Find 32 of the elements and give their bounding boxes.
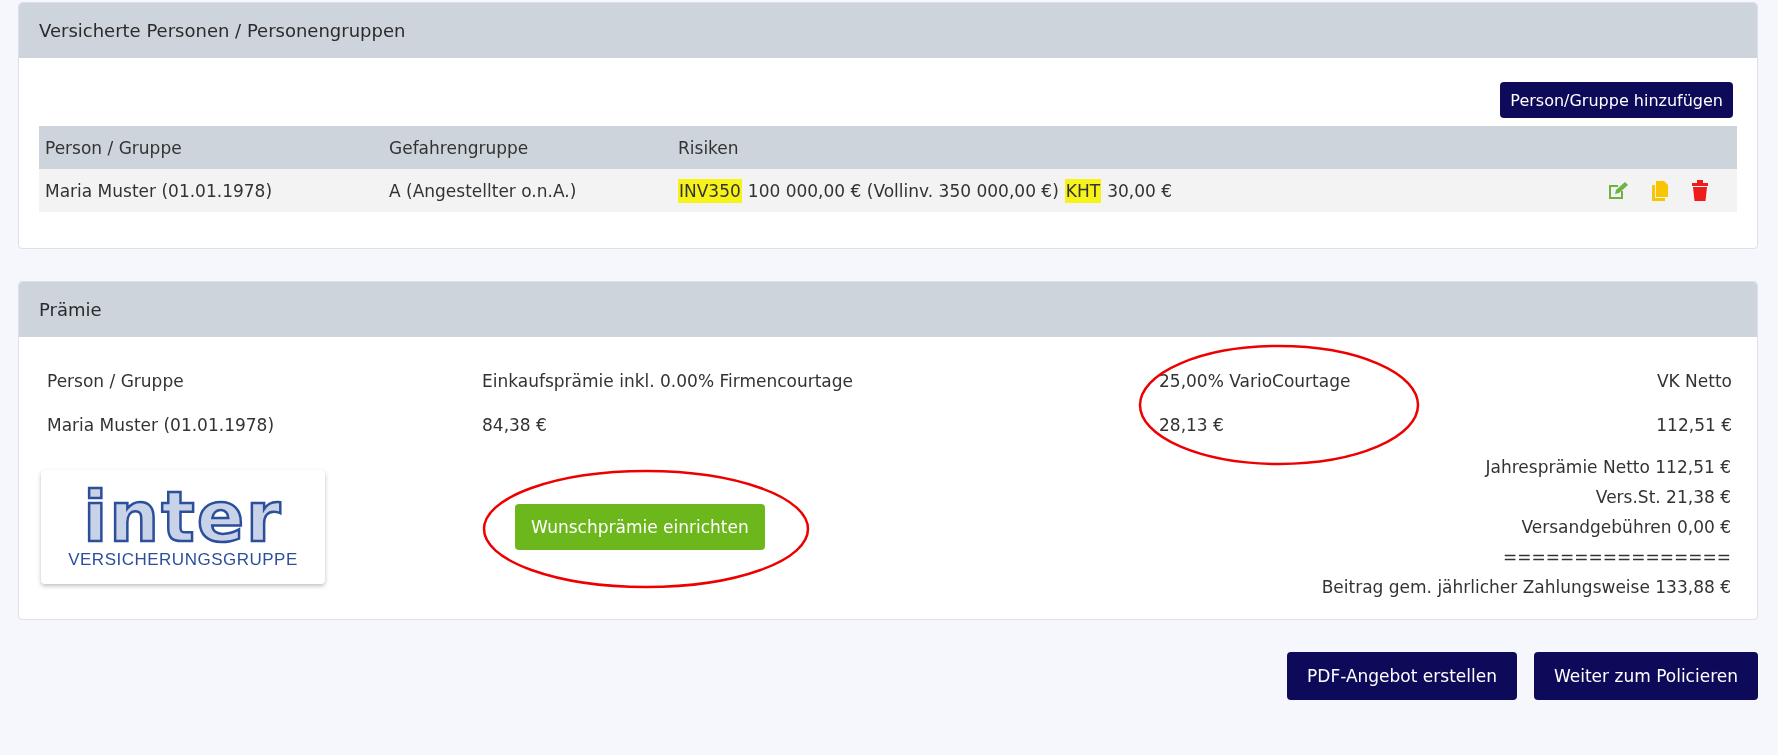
summary-line: Jahresprämie Netto 112,51 € xyxy=(1483,457,1731,477)
copy-icon[interactable] xyxy=(1651,179,1669,202)
pdf-offer-button[interactable]: PDF-Angebot erstellen xyxy=(1287,652,1517,700)
table-cell-text: Maria Muster (01.01.1978) xyxy=(47,415,276,435)
column-header: Risiken xyxy=(678,137,740,158)
column-header: Person / Gruppe xyxy=(45,137,183,158)
summary-line: Beitrag gem. jährlicher Zahlungsweise 133,88 € xyxy=(1321,577,1731,597)
summary-line: Vers.St. 21,38 € xyxy=(1594,487,1731,507)
column-header: Gefahrengruppe xyxy=(389,137,530,158)
risk-code: INV350 xyxy=(678,178,742,203)
table-cell-text: Maria Muster (01.01.1978) xyxy=(45,180,274,201)
risk-amount: 30,00 € xyxy=(1107,180,1172,201)
trash-icon[interactable] xyxy=(1691,179,1709,202)
continue-button[interactable]: Weiter zum Policieren xyxy=(1533,652,1758,700)
table-cell-text: A (Angestellter o.n.A.) xyxy=(389,180,578,201)
summary-line: ================ xyxy=(1502,547,1731,567)
column-header: Einkaufsprämie inkl. 0.00% Firmencourtage xyxy=(482,371,855,391)
table-cell-text: 84,38 € xyxy=(482,415,548,435)
add-person-button[interactable]: Person/Gruppe hinzufügen xyxy=(1500,82,1733,118)
column-header: 25,00% VarioCourtage xyxy=(1159,371,1352,391)
logo-tagline: VERSICHERUNGSGRUPPE xyxy=(68,550,298,570)
table-cell: 112,51 € xyxy=(1656,415,1732,435)
panel-title: Prämie xyxy=(39,299,102,320)
column-header: VK Netto xyxy=(1656,371,1732,391)
summary-line: Versandgebühren 0,00 € xyxy=(1520,517,1731,537)
logo-wordmark: inter xyxy=(83,484,283,550)
risk-amount: 100 000,00 € (Vollinv. 350 000,00 €) xyxy=(747,180,1059,201)
table-cell-text: 28,13 € xyxy=(1159,415,1225,435)
edit-icon[interactable] xyxy=(1607,180,1629,201)
column-header: Person / Gruppe xyxy=(47,371,185,391)
risk-code: KHT xyxy=(1064,178,1102,203)
panel-title: Versicherte Personen / Personengruppen xyxy=(39,20,406,41)
